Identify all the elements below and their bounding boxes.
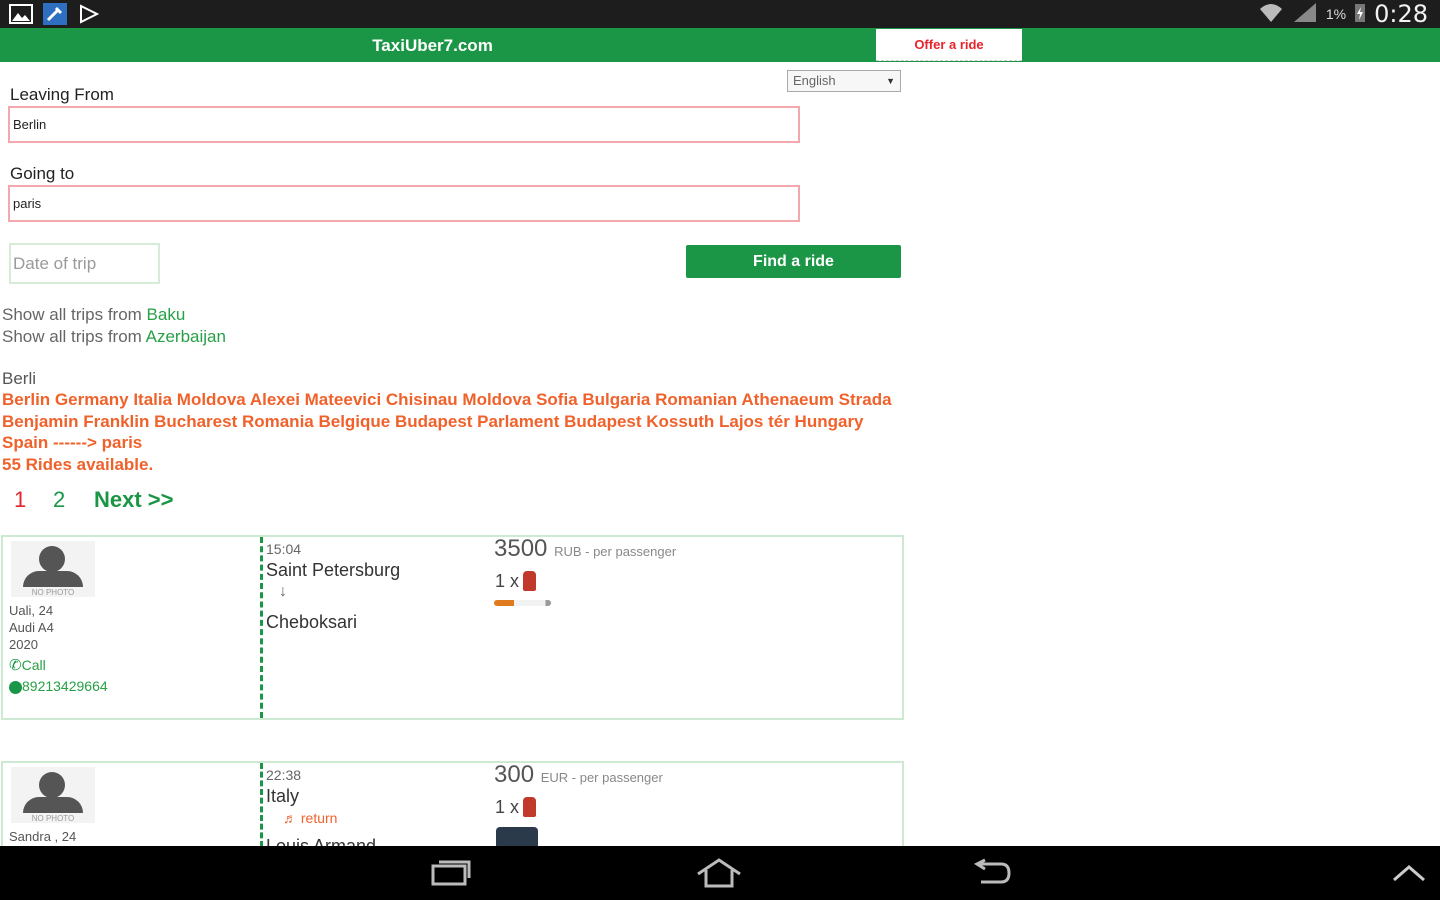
offer-ride-button[interactable]: Offer a ride — [876, 29, 1022, 61]
show-trips-link-1: Show all trips from Baku — [2, 305, 185, 325]
show-trips-place-link[interactable]: Azerbaijan — [146, 327, 226, 346]
image-icon — [8, 3, 34, 25]
ride-card[interactable]: NO PHOTO Uali, 24 Audi A4 2020 ✆Call 892… — [1, 535, 904, 720]
results-summary: Berlin Germany Italia Moldova Alexei Mat… — [2, 389, 902, 475]
date-of-trip-input[interactable]: Date of trip — [9, 243, 160, 284]
play-store-icon — [76, 3, 102, 25]
call-label: Call — [21, 657, 46, 673]
whatsapp-link[interactable]: 89213429664 — [9, 678, 108, 694]
price-value: 3500 — [494, 535, 548, 562]
seat-icon — [523, 571, 537, 591]
departure-time: 15:04 — [266, 541, 302, 557]
battery-charging-icon — [1354, 1, 1366, 28]
search-echo-text: Berli — [2, 369, 37, 388]
no-photo-label: NO PHOTO — [31, 588, 75, 597]
to-city: Cheboksari — [266, 612, 358, 632]
no-photo-label: NO PHOTO — [31, 814, 75, 823]
site-title[interactable]: TaxiUber7.com — [300, 36, 565, 56]
language-select[interactable]: English ▼ — [787, 70, 901, 92]
show-trips-place-link[interactable]: Baku — [147, 305, 186, 324]
leaving-from-input[interactable]: Berlin — [8, 106, 800, 143]
car-model: Audi A4 — [9, 620, 54, 635]
wifi-icon — [1258, 1, 1284, 28]
from-city: Saint Petersburg — [266, 560, 401, 580]
show-trips-prefix: Show all trips from — [2, 327, 146, 346]
price-value: 300 — [494, 761, 535, 788]
seats: 1 x — [495, 797, 537, 818]
whatsapp-icon — [9, 680, 22, 694]
back-icon[interactable] — [966, 856, 1016, 890]
show-trips-link-2: Show all trips from Azerbaijan — [2, 327, 226, 347]
card-divider — [260, 537, 263, 718]
signal-icon — [1292, 1, 1318, 28]
ride-card[interactable]: NO PHOTO Sandra , 24 22:38 Italy ♬ retur… — [1, 761, 904, 847]
phone-icon: ✆ — [9, 657, 22, 674]
avatar: NO PHOTO — [11, 767, 95, 823]
recent-apps-icon[interactable] — [424, 856, 474, 890]
rides-available-text: 55 Rides available. — [2, 454, 154, 474]
driver-name: Sandra , 24 — [9, 829, 77, 844]
from-city: Italy — [266, 786, 300, 806]
price-note: RUB - per passenger — [554, 544, 677, 559]
price: 300 EUR - per passenger — [494, 761, 663, 789]
results-route-text: Berlin Germany Italia Moldova Alexei Mat… — [2, 390, 892, 452]
seats-count: 1 x — [495, 797, 520, 817]
luggage-icon — [496, 827, 538, 847]
home-icon[interactable] — [694, 856, 744, 890]
smoking-icon — [494, 600, 551, 606]
leaving-from-label: Leaving From — [10, 85, 114, 104]
clock: 0:28 — [1374, 0, 1428, 28]
chevron-down-icon: ▼ — [886, 76, 895, 86]
find-ride-button[interactable]: Find a ride — [686, 245, 901, 278]
card-divider — [260, 763, 263, 847]
page-2-link[interactable]: 2 — [53, 487, 65, 513]
going-to-input[interactable]: paris — [8, 185, 800, 222]
driver-name: Uali, 24 — [9, 603, 54, 618]
header-bar: TaxiUber7.com Offer a ride — [0, 28, 1440, 62]
battery-text: 1% — [1325, 6, 1347, 22]
arrow-down-icon: ↓ — [279, 583, 287, 600]
status-bar: 1% 0:28 — [0, 0, 1440, 28]
navigation-bar — [0, 846, 1440, 900]
next-page-link[interactable]: Next >> — [94, 487, 174, 513]
price-note: EUR - per passenger — [540, 770, 663, 785]
seats: 1 x — [495, 571, 537, 592]
car-year: 2020 — [9, 637, 38, 652]
return-label: ♬ return — [283, 810, 337, 826]
seats-count: 1 x — [495, 571, 520, 591]
show-trips-prefix: Show all trips from — [2, 305, 147, 324]
phone-number: 89213429664 — [22, 678, 108, 694]
seat-icon — [523, 797, 537, 817]
price: 3500 RUB - per passenger — [494, 535, 677, 563]
departure-time: 22:38 — [266, 767, 302, 783]
page-1-link[interactable]: 1 — [14, 487, 26, 513]
going-to-label: Going to — [10, 164, 75, 183]
return-icon: ♬ — [283, 810, 301, 826]
call-link[interactable]: ✆Call — [9, 656, 46, 674]
tools-icon — [42, 3, 68, 25]
return-text: return — [300, 810, 338, 826]
avatar: NO PHOTO — [11, 541, 95, 597]
chevron-up-icon[interactable] — [1384, 856, 1434, 890]
language-select-value: English — [793, 73, 836, 88]
